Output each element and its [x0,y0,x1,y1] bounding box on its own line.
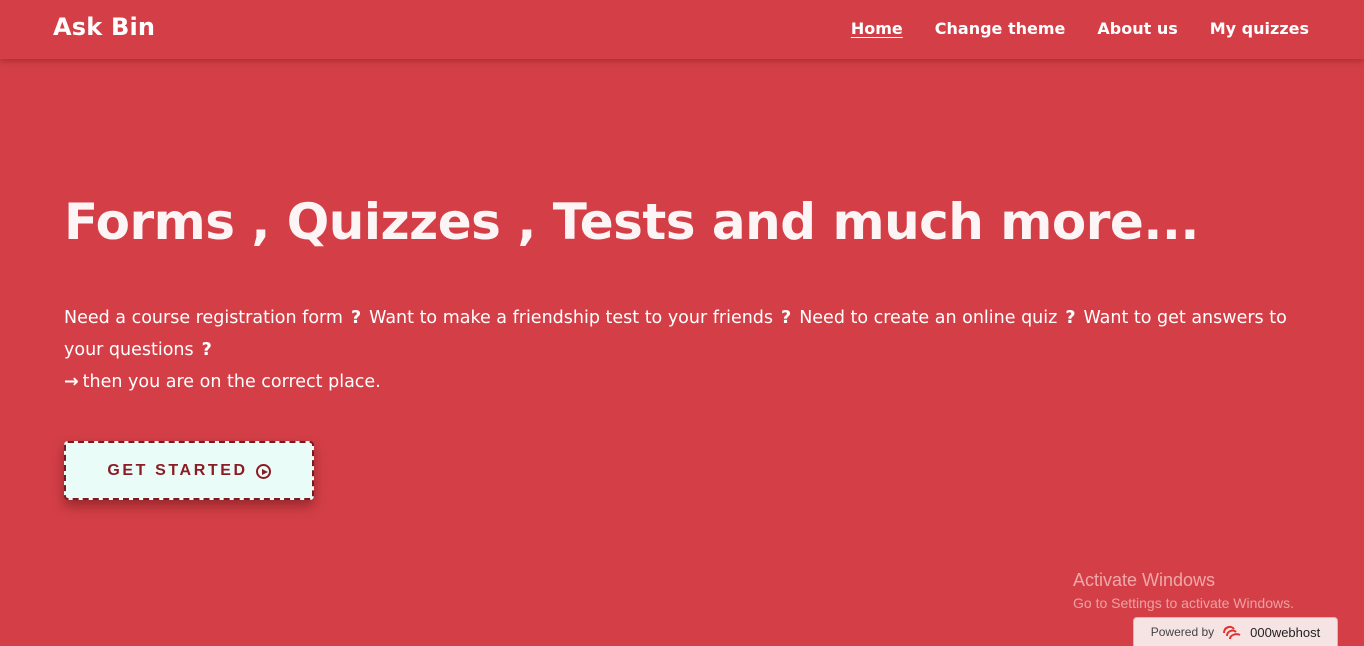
powered-by-label: Powered by [1150,625,1215,639]
activate-windows-title: Activate Windows [1073,570,1216,590]
hero-question-2: Want to make a friendship test to your f… [369,308,774,328]
question-mark-icon: ? [350,308,362,328]
powered-by-badge[interactable]: Powered by 000webhost [1133,617,1338,646]
play-circle-icon [255,464,271,479]
nav-home-link[interactable]: Home [851,19,903,38]
question-mark-icon: ? [201,340,212,360]
nav-change-theme-link[interactable]: Change theme [935,19,1066,38]
nav-about-us-link[interactable]: About us [1097,19,1177,38]
hero-question-1: Need a course registration form [64,308,343,328]
hero-conclusion: then you are on the correct place. [82,372,381,392]
arrow-right-icon: → [64,372,79,392]
brand-logo-text[interactable]: Ask Bin [53,13,155,41]
hero-title: Forms , Quizzes , Tests and much more... [64,193,1199,251]
host-brand-name: 000webhost [1250,624,1321,640]
hero-description: Need a course registration form ? Want t… [64,302,1300,398]
hero-question-3: Need to create an online quiz [799,308,1058,328]
top-navbar: Ask Bin Home Change theme About us My qu… [0,0,1364,59]
000webhost-logo-icon [1223,625,1241,640]
question-mark-icon: ? [781,308,792,328]
get-started-label: GET STARTED [107,461,248,479]
main-nav: Home Change theme About us My quizzes [851,19,1309,38]
nav-my-quizzes-link[interactable]: My quizzes [1210,19,1309,38]
activate-windows-subtitle: Go to Settings to activate Windows. [1073,595,1294,611]
get-started-button[interactable]: GET STARTED [64,441,314,500]
question-mark-icon: ? [1065,308,1076,328]
